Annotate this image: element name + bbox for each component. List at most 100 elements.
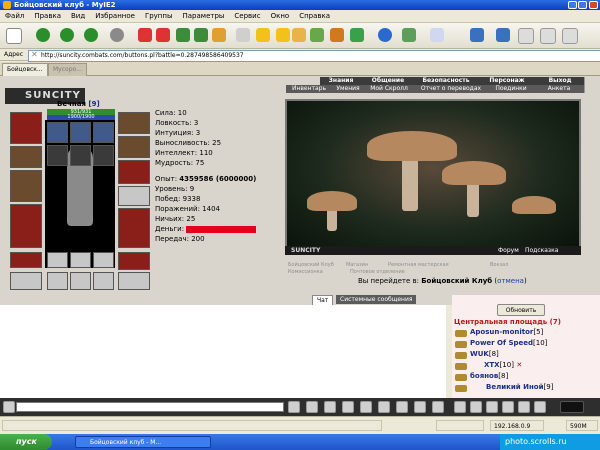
send-icon[interactable] <box>288 401 300 413</box>
nav-character[interactable]: Персонаж <box>478 77 537 85</box>
chat-log[interactable] <box>0 305 446 398</box>
loc-station[interactable]: Вокзал <box>490 262 508 268</box>
nav-knowledge[interactable]: Знания <box>320 77 363 85</box>
user-boyanov[interactable]: боянов[8] <box>470 372 508 380</box>
menu-view[interactable]: Вид <box>66 10 90 22</box>
tab-combats[interactable]: Бойцовск... <box>2 63 48 76</box>
belt-slot[interactable] <box>10 252 42 268</box>
nav-fights[interactable]: Поединки <box>488 85 535 93</box>
user-aposun-monitor[interactable]: Aposun-monitor[5] <box>470 328 543 336</box>
earrings-slot[interactable] <box>118 112 150 134</box>
clear-x-icon[interactable]: ✕ <box>31 50 38 59</box>
loc-post-office[interactable]: Почтовое отделение <box>350 269 405 275</box>
user-power-of-speed[interactable]: Power Of Speed[10] <box>470 339 547 347</box>
loc-shop[interactable]: Магазин <box>346 262 368 268</box>
loc-repair[interactable]: Ремонтная мастерская <box>388 262 449 268</box>
nav-communication[interactable]: Общение <box>362 77 415 85</box>
menu-edit[interactable]: Правка <box>29 10 66 22</box>
location-scene-image[interactable] <box>285 99 581 251</box>
menu-groups[interactable]: Группы <box>140 10 178 22</box>
weapon-slot[interactable] <box>10 170 42 202</box>
pocket-slot-6[interactable] <box>93 272 114 290</box>
home-icon[interactable] <box>212 28 226 42</box>
stop-circle-icon[interactable] <box>110 28 124 42</box>
character-name[interactable]: Вечная [9] <box>57 100 100 108</box>
ring-slot-2[interactable] <box>70 122 91 143</box>
bracer-slot[interactable] <box>10 146 42 168</box>
helmet-slot[interactable] <box>10 112 42 144</box>
tab-system-messages[interactable]: Системные сообщения <box>336 295 417 304</box>
pocket-slot-1[interactable] <box>47 252 68 268</box>
pocket-slot-5[interactable] <box>70 272 91 290</box>
tab-chat[interactable]: Чат <box>312 295 334 305</box>
maximize-button[interactable] <box>578 1 587 9</box>
tile-icon[interactable] <box>540 28 556 44</box>
loc-fight-club[interactable]: Бойцовский Клуб <box>288 262 334 268</box>
amulet-slot[interactable] <box>118 136 150 158</box>
nav-my-scroll[interactable]: Мой Скролл <box>364 85 415 93</box>
boots-slot[interactable] <box>118 252 150 270</box>
menu-file[interactable]: Файл <box>0 10 29 22</box>
globe-icon[interactable] <box>378 28 392 42</box>
grid-icon[interactable] <box>562 28 578 44</box>
cancel-transition-link[interactable]: отмена <box>497 277 524 285</box>
nav-profile[interactable]: Анкета <box>534 85 585 93</box>
start-button[interactable]: пуск <box>0 434 52 450</box>
user-icon[interactable] <box>310 28 324 42</box>
download-icon[interactable] <box>430 28 444 42</box>
emoticon-icon[interactable] <box>414 401 426 413</box>
back-arrow-icon[interactable] <box>84 28 98 42</box>
hint-link[interactable]: Подсказка <box>525 246 558 255</box>
action-icon-6[interactable] <box>534 401 546 413</box>
scroll-slot-3[interactable] <box>93 145 114 166</box>
back-icon[interactable] <box>36 28 50 42</box>
stop-icon[interactable] <box>138 28 152 42</box>
nav-transfer-report[interactable]: Отчет о переводах <box>414 85 489 93</box>
user-wuk[interactable]: WUK[8] <box>470 350 499 358</box>
undo-icon[interactable] <box>470 28 484 42</box>
refresh-icon[interactable] <box>176 28 190 42</box>
search-icon[interactable] <box>236 28 250 42</box>
nav-inventory[interactable]: Инвентарь <box>286 85 333 93</box>
chat-input[interactable] <box>16 402 284 412</box>
ring-slot-left[interactable] <box>10 272 42 290</box>
minimize-button[interactable] <box>568 1 577 9</box>
refresh-button[interactable]: Обновить <box>497 304 545 316</box>
action-icon-1[interactable] <box>454 401 466 413</box>
ring-slot-3[interactable] <box>93 122 114 143</box>
menu-help[interactable]: Справка <box>294 10 335 22</box>
clear-icon[interactable] <box>306 401 318 413</box>
add-favorite-icon[interactable] <box>276 28 290 42</box>
gloves-slot[interactable] <box>118 160 150 184</box>
menu-favorites[interactable]: Избранное <box>90 10 140 22</box>
smile-icon[interactable] <box>396 401 408 413</box>
ignore-x-icon[interactable]: ✕ <box>516 361 522 369</box>
close-button[interactable] <box>589 1 598 9</box>
taskbar-window-button[interactable]: Бойцовский клуб - M... <box>75 436 211 448</box>
armor-slot[interactable] <box>10 204 42 248</box>
chat-settings-icon[interactable] <box>3 401 15 413</box>
shield-slot[interactable] <box>118 186 150 206</box>
address-input[interactable]: http://suncity.combats.com/buttons.pl?ba… <box>28 50 600 62</box>
filter-icon[interactable] <box>324 401 336 413</box>
loc-commission[interactable]: Комиссионка <box>288 269 323 275</box>
hand-icon[interactable] <box>378 401 390 413</box>
walk-icon[interactable] <box>360 401 372 413</box>
favorites-star-icon[interactable] <box>256 28 270 42</box>
folder-icon[interactable] <box>292 28 306 42</box>
nav-security[interactable]: Безопасность <box>414 77 479 85</box>
nav-skills[interactable]: Умения <box>332 85 365 93</box>
scroll-slot-2[interactable] <box>70 145 91 166</box>
action-icon-2[interactable] <box>470 401 482 413</box>
tab-trash[interactable]: Мусоро... <box>48 63 87 76</box>
menu-window[interactable]: Окно <box>266 10 295 22</box>
pocket-slot-4[interactable] <box>47 272 68 290</box>
window-icon[interactable] <box>518 28 534 44</box>
ring-slot-right[interactable] <box>118 272 150 290</box>
refresh-all-icon[interactable] <box>194 28 208 42</box>
action-icon-3[interactable] <box>486 401 498 413</box>
stop-all-icon[interactable] <box>156 28 170 42</box>
group-icon[interactable] <box>402 28 416 42</box>
history-icon[interactable] <box>330 28 344 42</box>
refresh-chat-icon[interactable] <box>432 401 444 413</box>
